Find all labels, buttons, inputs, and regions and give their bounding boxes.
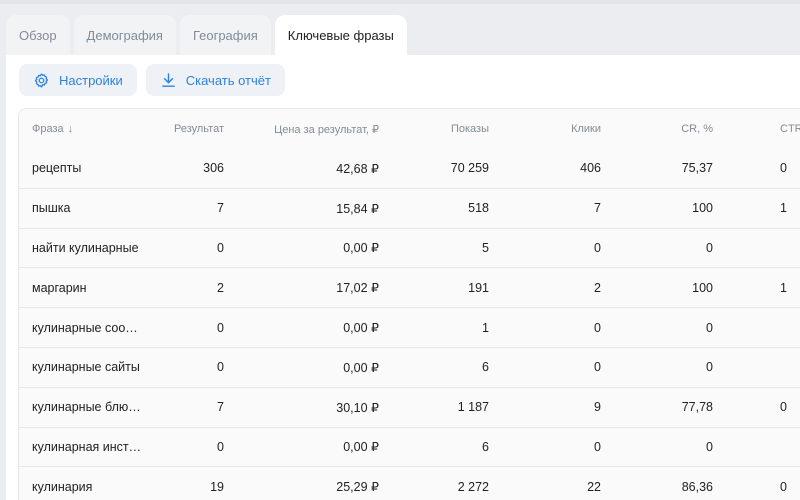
cell-clicks: 2 [594,280,601,295]
cell-cr: 100 [692,280,713,295]
cell-result: 19 [210,479,224,494]
cell-clicks: 0 [594,320,601,335]
cell-result: 0 [217,439,224,454]
cell-impressions: 5 [482,240,489,255]
cell-cr: 100 [692,201,713,216]
cell-cost-per-result: 0,00 ₽ [343,321,379,336]
cell-ctr: 0 [780,479,787,494]
cell-clicks: 406 [580,161,601,176]
table-row[interactable]: рецепты 306 42,68 ₽ 70 259 406 75,37 0 [19,149,800,189]
cell-phrase: кулинарные блю… [32,400,141,415]
cell-cost-per-result: 25,29 ₽ [336,480,379,495]
cell-phrase: пышка [32,201,71,216]
table-header: Фраза ↓ Результат Цена за результат, ₽ По… [19,109,800,149]
cell-cr: 0 [706,320,713,335]
table-row[interactable]: кулинарные сайты 0 0,00 ₽ 6 0 0 [19,347,800,388]
gear-icon [33,72,50,89]
cell-cr: 77,78 [681,400,713,415]
top-strip [0,0,800,4]
cell-impressions: 191 [468,280,489,295]
tab-bar: Обзор Демография География Ключевые фраз… [6,15,407,55]
cell-impressions: 518 [468,201,489,216]
cell-cost-per-result: 42,68 ₽ [336,161,379,176]
cell-phrase: кулинарная инст… [32,439,142,454]
table-row[interactable]: маргарин 2 17,02 ₽ 191 2 100 1 [19,268,800,309]
cell-result: 2 [217,280,224,295]
cell-phrase: кулинария [32,479,93,494]
table-row[interactable]: кулинарная инст… 0 0,00 ₽ 6 0 0 [19,427,800,468]
cell-cost-per-result: 15,84 ₽ [336,201,379,216]
table-row[interactable]: найти кулинарные 0 0,00 ₽ 5 0 0 [19,228,800,269]
cell-cost-per-result: 30,10 ₽ [336,400,379,415]
cell-ctr: 1 [780,201,787,216]
cell-cost-per-result: 0,00 ₽ [343,440,379,455]
cell-result: 7 [217,201,224,216]
column-header-cr[interactable]: CR, % [681,109,713,149]
tab-demography[interactable]: Демография [73,15,176,55]
tab-overview[interactable]: Обзор [6,15,70,55]
table-row[interactable]: кулинария 19 25,29 ₽ 2 272 22 86,36 0 [19,467,800,500]
cell-phrase: кулинарные соо… [32,320,138,335]
column-header-phrase[interactable]: Фраза ↓ [32,109,142,149]
column-header-ctr[interactable]: CTR [780,109,800,149]
cell-phrase: найти кулинарные [32,240,139,255]
cell-impressions: 2 272 [457,479,489,494]
cell-cost-per-result: 0,00 ₽ [343,360,379,375]
cell-phrase: рецепты [32,161,82,176]
cell-impressions: 1 [482,320,489,335]
column-header-clicks[interactable]: Клики [571,109,601,149]
settings-label: Настройки [59,72,123,88]
table-row[interactable]: пышка 7 15,84 ₽ 518 7 100 1 [19,188,800,229]
column-header-cost-per-result[interactable]: Цена за результат, ₽ [274,109,379,149]
cell-cr: 0 [706,439,713,454]
tab-geography[interactable]: География [179,15,271,55]
cell-ctr: 0 [780,161,787,176]
sort-arrow-icon: ↓ [67,123,74,135]
keywords-panel: Настройки Скачать отчёт Фраза ↓ Результат… [6,55,800,500]
cell-impressions: 6 [482,360,489,375]
cell-result: 0 [217,320,224,335]
cell-clicks: 0 [594,439,601,454]
cell-clicks: 0 [594,240,601,255]
cell-cost-per-result: 0,00 ₽ [343,241,379,256]
column-header-result[interactable]: Результат [174,109,224,149]
cell-cr: 86,36 [681,479,713,494]
cell-phrase: маргарин [32,280,87,295]
cell-ctr: 1 [780,280,787,295]
cell-cr: 75,37 [681,161,713,176]
cell-impressions: 6 [482,439,489,454]
column-header-impressions[interactable]: Показы [451,109,489,149]
cell-clicks: 7 [594,201,601,216]
table-row[interactable]: кулинарные блю… 7 30,10 ₽ 1 187 9 77,78 0 [19,387,800,428]
cell-clicks: 9 [594,400,601,415]
cell-clicks: 22 [587,479,601,494]
cell-result: 7 [217,400,224,415]
table-row[interactable]: кулинарные соо… 0 0,00 ₽ 1 0 0 [19,308,800,348]
cell-result: 306 [203,161,224,176]
settings-button[interactable]: Настройки [19,64,137,96]
tab-keywords[interactable]: Ключевые фразы [274,15,407,55]
keywords-table: Фраза ↓ Результат Цена за результат, ₽ По… [18,108,800,500]
download-report-button[interactable]: Скачать отчёт [145,64,285,96]
cell-cr: 0 [706,240,713,255]
cell-clicks: 0 [594,360,601,375]
cell-impressions: 1 187 [457,400,489,415]
download-icon [160,72,177,89]
cell-cost-per-result: 17,02 ₽ [336,281,379,296]
cell-ctr: 0 [780,400,787,415]
download-label: Скачать отчёт [185,72,271,88]
toolbar: Настройки Скачать отчёт [19,64,285,96]
cell-result: 0 [217,360,224,375]
cell-impressions: 70 259 [450,161,489,176]
cell-cr: 0 [706,360,713,375]
cell-result: 0 [217,240,224,255]
cell-phrase: кулинарные сайты [32,360,140,375]
